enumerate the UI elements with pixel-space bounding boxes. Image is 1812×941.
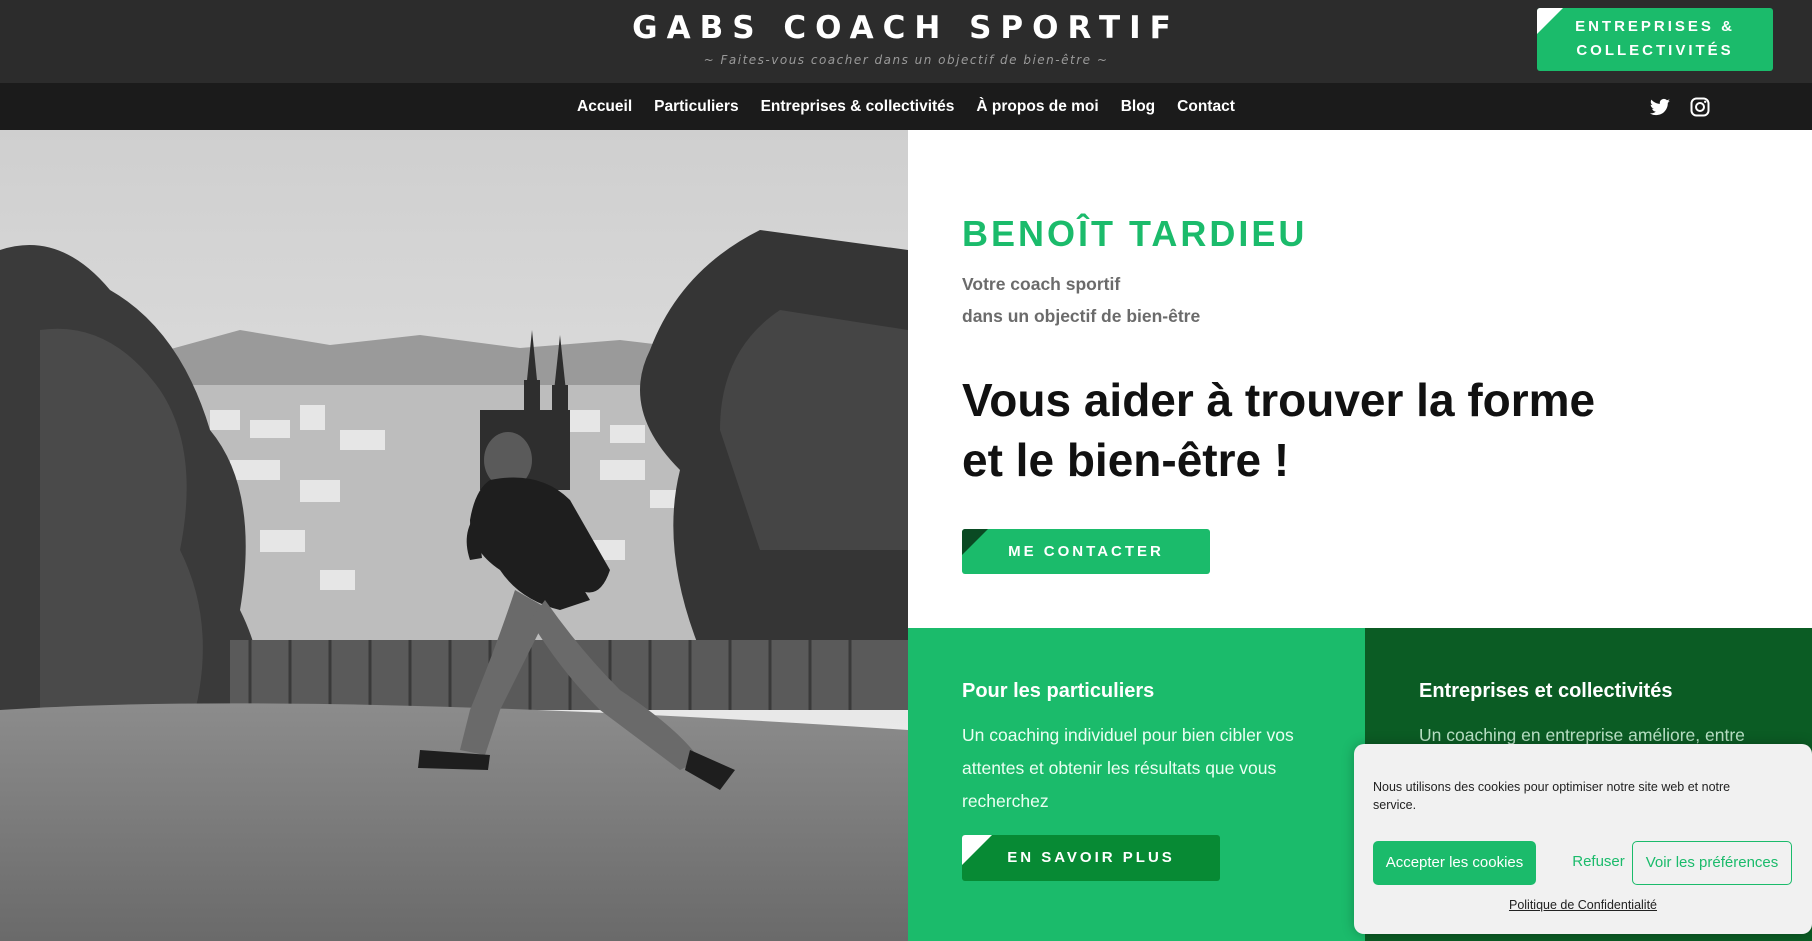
nav-item-accueil[interactable]: Accueil (577, 98, 632, 116)
coach-subtitle-line1: Votre coach sportif (962, 274, 1121, 294)
accept-cookies-button[interactable]: Accepter les cookies (1373, 841, 1536, 885)
nav-item-particuliers[interactable]: Particuliers (654, 98, 738, 116)
card-particuliers-text: Un coaching individuel pour bien cibler … (962, 725, 1294, 811)
button-corner-decoration (962, 835, 992, 865)
button-corner-decoration (1537, 8, 1563, 34)
nav-item-a-propos[interactable]: À propos de moi (976, 98, 1098, 116)
card-entreprises-title: Entreprises et collectivités (1419, 680, 1673, 702)
contact-button[interactable]: ME CONTACTER (962, 529, 1210, 574)
instagram-icon[interactable] (1688, 95, 1712, 119)
coach-subtitle-line2: dans un objectif de bien-être (962, 306, 1201, 326)
coach-subtitle: Votre coach sportif dans un objectif de … (962, 268, 1200, 332)
main-nav: Accueil Particuliers Entreprises & colle… (0, 83, 1812, 130)
en-savoir-plus-button[interactable]: EN SAVOIR PLUS (962, 835, 1220, 881)
card-particuliers: Pour les particuliers Un coaching indivi… (908, 628, 1365, 941)
cta-label-line2: COLLECTIVITÉS (1576, 42, 1734, 59)
nav-item-entreprises[interactable]: Entreprises & collectivités (761, 98, 955, 116)
privacy-policy-link[interactable]: Politique de Confidentialité (1354, 898, 1812, 912)
coach-name: BENOÎT TARDIEU (962, 213, 1308, 254)
contact-button-label: ME CONTACTER (1008, 543, 1164, 560)
entreprises-cta-button[interactable]: ENTREPRISES & COLLECTIVITÉS (1537, 8, 1773, 71)
nav-menu: Accueil Particuliers Entreprises & colle… (566, 83, 1246, 130)
hero-headline-line1: Vous aider à trouver la forme (962, 374, 1596, 426)
cta-label-line1: ENTREPRISES & (1575, 18, 1735, 35)
button-corner-decoration (962, 529, 988, 555)
hero-headline-line2: et le bien-être ! (962, 434, 1290, 486)
site-header: GABS COACH SPORTIF ~ Faites-vous coacher… (0, 0, 1812, 83)
hero-photo-runner (0, 130, 908, 941)
en-savoir-plus-label: EN SAVOIR PLUS (1007, 849, 1175, 866)
nav-item-blog[interactable]: Blog (1121, 98, 1155, 116)
card-particuliers-title: Pour les particuliers (962, 680, 1155, 702)
nav-item-contact[interactable]: Contact (1177, 98, 1235, 116)
cookie-preferences-button[interactable]: Voir les préférences (1632, 841, 1792, 885)
cookie-message: Nous utilisons des cookies pour optimise… (1373, 780, 1731, 812)
hero-headline: Vous aider à trouver la forme et le bien… (962, 370, 1662, 490)
twitter-icon[interactable] (1648, 95, 1672, 119)
cookie-banner: Nous utilisons des cookies pour optimise… (1354, 744, 1812, 934)
